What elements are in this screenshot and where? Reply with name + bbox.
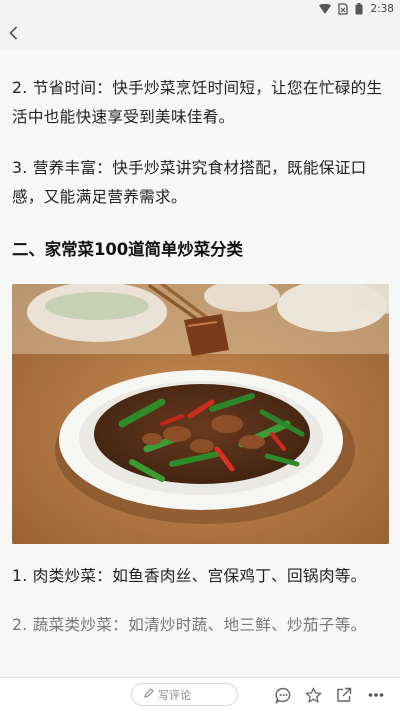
article-body: 2. 节省时间：快手炒菜烹饪时间短，让您在忙碌的生活中也能快速享受到美味佳肴。 … — [0, 50, 400, 677]
paragraph-nutrition: 3. 营养丰富：快手炒菜讲究食材搭配，既能保证口感，又能满足营养需求。 — [12, 159, 367, 206]
more-icon[interactable] — [367, 686, 385, 704]
back-button[interactable] — [9, 20, 29, 48]
wifi-icon — [319, 4, 332, 14]
status-bar: 2:38 — [0, 0, 400, 18]
pencil-icon — [144, 688, 154, 701]
dish-photo — [12, 284, 389, 544]
comment-placeholder: 写评论 — [158, 688, 191, 702]
paragraph-save-time: 2. 节省时间：快手炒菜烹饪时间短，让您在忙碌的生活中也能快速享受到美味佳肴。 — [12, 79, 383, 126]
back-arrow-icon — [9, 25, 18, 44]
star-icon[interactable] — [304, 686, 322, 704]
comment-icon[interactable] — [274, 686, 292, 704]
paragraph-vegetable-dishes: 2. 蔬菜类炒菜：如清炒时蔬、地三鲜、炒茄子等。 — [12, 616, 367, 634]
bottom-toolbar: 写评论 — [0, 677, 400, 711]
nav-bar — [0, 18, 400, 50]
section-heading: 二、家常菜100道简单炒菜分类 — [12, 240, 243, 259]
paragraph-meat-dishes: 1. 肉类炒菜：如鱼香肉丝、宫保鸡丁、回锅肉等。 — [12, 567, 367, 585]
no-sim-icon — [338, 3, 349, 15]
status-time: 2:38 — [370, 3, 394, 15]
battery-icon — [355, 3, 363, 15]
comment-input[interactable]: 写评论 — [131, 683, 238, 706]
share-icon[interactable] — [335, 686, 353, 704]
